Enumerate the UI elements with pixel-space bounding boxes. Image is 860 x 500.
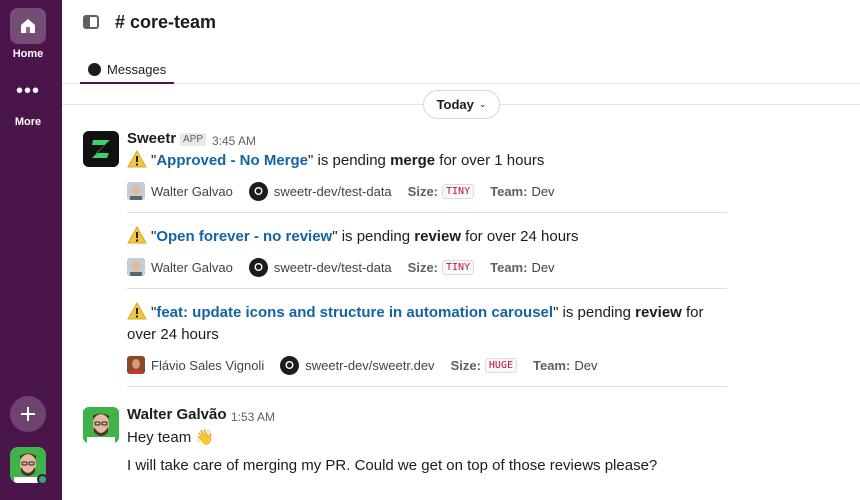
message-sender[interactable]: Walter Galvão	[127, 406, 226, 423]
more-label: More	[14, 116, 42, 128]
team-label: Team:	[490, 259, 528, 275]
pr-size-badge: TINY	[442, 183, 475, 199]
more-button[interactable]: •••	[10, 80, 46, 110]
alert-text: is pending	[313, 152, 391, 169]
github-icon	[280, 355, 300, 375]
home-label: Home	[12, 48, 44, 60]
pr-repo[interactable]: sweetr-dev/sweetr.dev	[305, 358, 434, 373]
ellipsis-icon: •••	[15, 80, 40, 102]
pr-size-badge: TINY	[442, 259, 475, 275]
avatar-face-icon	[83, 407, 119, 443]
pr-alert-line: "feat: update icons and structure in aut…	[127, 302, 727, 346]
pr-repo[interactable]: sweetr-dev/test-data	[274, 184, 392, 199]
channel-header: # core-team Messages	[62, 0, 860, 84]
warning-icon	[127, 226, 147, 244]
author-avatar	[127, 258, 145, 276]
wave-emoji-icon: 👋	[195, 429, 215, 446]
tab-messages[interactable]: Messages	[80, 56, 175, 84]
pr-meta-row: Walter Galvao sweetr-dev/test-data Size:…	[127, 257, 555, 277]
sweetr-logo-icon	[83, 131, 119, 167]
pr-alert-line: "Open forever - no review" is pending re…	[127, 226, 727, 248]
pr-state: merge	[390, 152, 436, 169]
warning-icon	[127, 302, 147, 320]
pr-alert-line: "Approved - No Merge" is pending merge f…	[127, 150, 727, 172]
message-sender[interactable]: Sweetr	[127, 130, 176, 147]
channel-title[interactable]: # core-team	[115, 12, 216, 33]
alert-divider	[127, 288, 727, 289]
pr-link[interactable]: Open forever - no review	[156, 228, 332, 245]
github-icon	[248, 181, 268, 201]
alert-divider	[127, 212, 727, 213]
pr-author: Flávio Sales Vignoli	[151, 357, 265, 373]
github-icon	[248, 257, 268, 277]
warning-icon	[127, 150, 147, 168]
pr-team: Dev	[531, 183, 555, 199]
chevron-down-icon: ⌄	[478, 99, 487, 109]
pr-meta-row: Walter Galvao sweetr-dev/test-data Size:…	[127, 181, 555, 201]
size-label: Size:	[407, 259, 439, 275]
pr-team: Dev	[574, 357, 598, 373]
app-badge: APP	[180, 133, 207, 146]
sender-avatar[interactable]	[83, 407, 119, 443]
pr-author: Walter Galvao	[151, 183, 233, 199]
pr-link[interactable]: feat: update icons and structure in auto…	[156, 304, 553, 321]
pr-link[interactable]: Approved - No Merge	[156, 152, 308, 169]
message-bubble-icon	[88, 62, 101, 76]
message-line: Hey team	[127, 429, 192, 446]
alert-text: is pending	[337, 228, 415, 245]
pr-repo[interactable]: sweetr-dev/test-data	[274, 260, 392, 275]
add-button[interactable]	[10, 396, 46, 432]
pr-meta-row: Flávio Sales Vignoli sweetr-dev/sweetr.d…	[127, 355, 597, 375]
size-label: Size:	[450, 357, 481, 373]
workspace-sidebar: Home ••• More	[0, 0, 62, 500]
team-label: Team:	[533, 357, 571, 373]
pr-state: review	[635, 304, 682, 321]
author-avatar	[127, 356, 145, 374]
author-avatar	[127, 182, 145, 200]
home-button[interactable]	[10, 8, 46, 44]
message-text: I will take care of merging my PR. Could…	[127, 457, 658, 474]
plus-icon	[21, 407, 35, 421]
presence-indicator	[37, 474, 48, 485]
tab-label: Messages	[107, 61, 167, 77]
message-timestamp[interactable]: 1:53 AM	[231, 410, 275, 424]
date-jump-button[interactable]: Today ⌄	[423, 90, 500, 119]
bot-avatar[interactable]	[83, 131, 119, 167]
pr-size-badge: HUGE	[484, 357, 517, 373]
alert-text: is pending	[558, 304, 636, 321]
pr-author: Walter Galvao	[151, 259, 233, 275]
team-label: Team:	[490, 183, 528, 199]
message-timestamp[interactable]: 3:45 AM	[212, 134, 256, 148]
message-text: Hey team 👋	[127, 428, 214, 446]
size-label: Size:	[407, 183, 439, 199]
home-icon	[21, 19, 35, 33]
pr-state: review	[414, 228, 461, 245]
alert-divider	[127, 386, 727, 387]
alert-duration: for over 1 hours	[435, 152, 545, 169]
date-label: Today	[436, 97, 474, 112]
sidebar-toggle-icon[interactable]	[83, 15, 99, 29]
pr-team: Dev	[531, 259, 555, 275]
alert-duration: for over 24 hours	[460, 228, 579, 245]
